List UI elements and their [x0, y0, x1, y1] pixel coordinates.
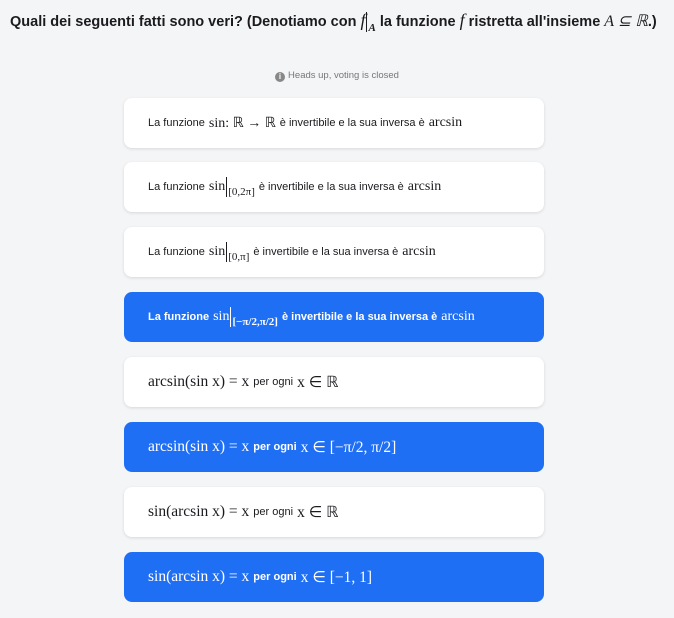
question-text-mid2: ristretta all'insieme: [468, 14, 601, 30]
math-f2: f: [459, 10, 465, 30]
question-text-suffix: .): [647, 14, 657, 30]
option-math: sin: ℝ → ℝ: [208, 115, 276, 131]
option-6[interactable]: arcsin(sin x) = x per ogni x ∈ [−π/2, π/…: [124, 422, 544, 472]
option-text: è invertibile e la sua inversa è: [281, 311, 438, 323]
option-math: sin: [208, 244, 226, 259]
info-icon: i: [275, 72, 286, 82]
restriction-bar: [226, 177, 228, 197]
notice-text: Heads up, voting is closed: [288, 70, 399, 81]
option-math: x ∈ [−1, 1]: [300, 568, 373, 586]
option-math: arcsin(sin x) = x: [148, 373, 250, 390]
option-math: arcsin(sin x) = x: [148, 438, 250, 455]
option-math: arcsin: [407, 179, 442, 194]
option-text: è invertibile e la sua inversa è: [253, 246, 399, 258]
option-math: arcsin: [428, 115, 463, 130]
question-text-prefix: Quali dei seguenti fatti sono veri? (Den…: [10, 14, 357, 30]
option-sub: [0,2π]: [228, 186, 255, 198]
option-math: sin: [208, 179, 226, 194]
option-text: La funzione: [148, 246, 205, 258]
option-4[interactable]: La funzione sin [−π/2,π/2] è invertibile …: [124, 292, 544, 342]
option-math: x ∈ ℝ: [297, 503, 339, 521]
option-text: è invertibile e la sua inversa è: [258, 181, 404, 193]
restriction-bar: [226, 242, 228, 262]
option-text: per ogni: [253, 441, 297, 453]
option-2[interactable]: La funzione sin [0,2π] è invertibile e la…: [124, 162, 544, 212]
option-math: arcsin: [402, 244, 436, 259]
option-text: La funzione: [148, 117, 205, 129]
option-text: per ogni: [253, 376, 294, 388]
option-text: per ogni: [253, 571, 297, 583]
option-1[interactable]: La funzione sin: ℝ → ℝ è invertibile e l…: [124, 98, 544, 148]
math-f: f: [360, 10, 366, 30]
option-math: sin: [213, 309, 230, 324]
option-7[interactable]: sin(arcsin x) = x per ogni x ∈ ℝ: [124, 487, 544, 537]
option-math: sin(arcsin x) = x: [148, 568, 250, 585]
math-sub-a: A: [368, 22, 376, 34]
option-3[interactable]: La funzione sin [0,π] è invertibile e la …: [124, 227, 544, 277]
question-title: Quali dei seguenti fatti sono veri? (Den…: [10, 10, 670, 34]
option-math: sin(arcsin x) = x: [148, 503, 250, 520]
option-math: arcsin: [441, 309, 475, 324]
option-text: La funzione: [148, 181, 205, 193]
math-set: A ⊆ ℝ: [604, 13, 648, 30]
option-text: per ogni: [253, 506, 294, 518]
restriction-bar: [230, 307, 232, 327]
option-text: La funzione: [148, 311, 210, 323]
option-math: x ∈ ℝ: [297, 373, 339, 391]
option-8[interactable]: sin(arcsin x) = x per ogni x ∈ [−1, 1]: [124, 552, 544, 602]
option-sub: [0,π]: [228, 251, 250, 263]
question-text-mid1: la funzione: [379, 14, 456, 30]
voting-closed-notice: i Heads up, voting is closed: [0, 70, 674, 82]
option-math: x ∈ [−π/2, π/2]: [300, 438, 397, 456]
option-5[interactable]: arcsin(sin x) = x per ogni x ∈ ℝ: [124, 357, 544, 407]
option-text: è invertibile e la sua inversa è: [279, 117, 425, 129]
option-sub: [−π/2,π/2]: [232, 316, 278, 328]
